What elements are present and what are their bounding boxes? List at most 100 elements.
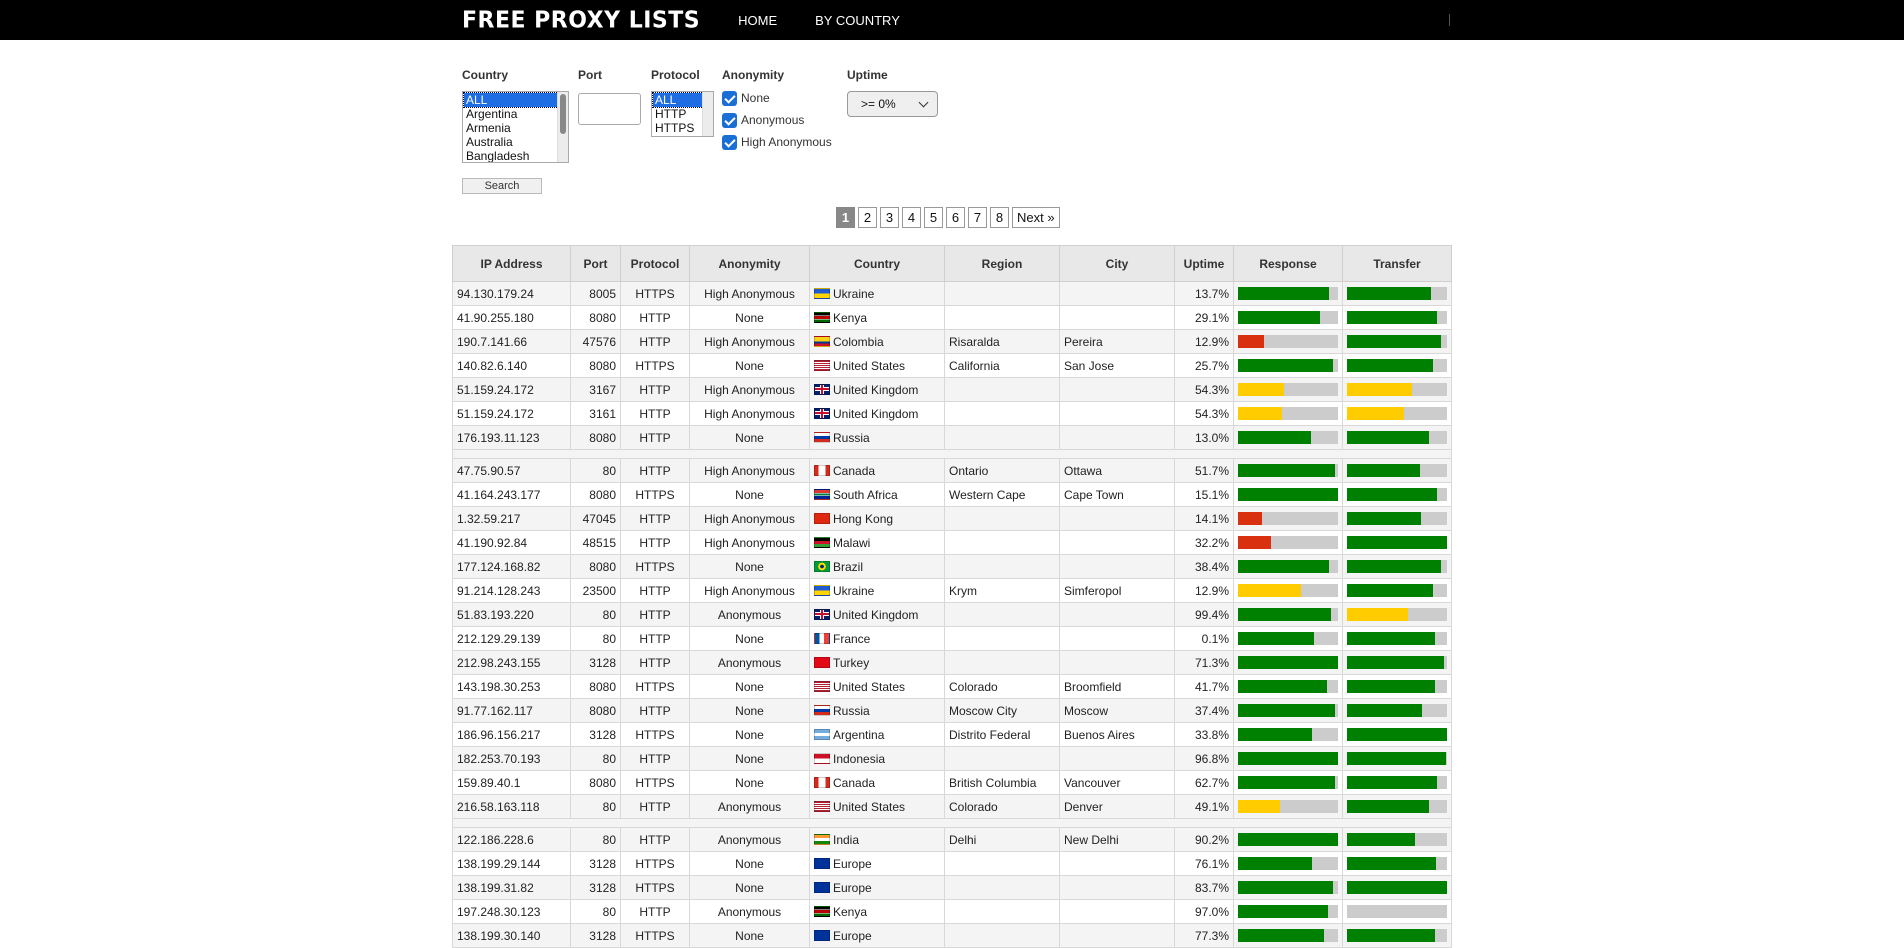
cell-ip[interactable]: 91.214.128.243 [452,578,571,603]
table-row[interactable]: 138.199.29.144 3128 HTTPS None Europe 76.1% [452,851,1452,876]
column-header[interactable]: Transfer [1342,245,1452,282]
checkbox-checked-icon[interactable] [722,134,737,150]
country-option[interactable]: Bangladesh [463,149,568,162]
country-option[interactable]: ALL [463,92,567,108]
anonymity-anonymous[interactable]: Anonymous [722,109,832,131]
cell-ip[interactable]: 41.90.255.180 [452,305,571,330]
country-scrollbar[interactable] [557,92,568,162]
column-header[interactable]: Uptime [1174,245,1234,282]
table-row[interactable]: 41.190.92.84 48515 HTTP High Anonymous Malaw… [452,530,1452,555]
column-header[interactable]: Response [1233,245,1343,282]
cell-ip[interactable]: 216.58.163.118 [452,794,571,819]
cell-ip[interactable]: 51.159.24.172 [452,377,571,402]
page-link[interactable]: 2 [858,207,877,228]
table-row[interactable]: 190.7.141.66 47576 HTTP High Anonymous Colom… [452,329,1452,354]
table-row[interactable]: 51.159.24.172 3167 HTTP High Anonymous Unite… [452,377,1452,402]
page-link[interactable]: 6 [946,207,965,228]
table-row[interactable]: 212.129.29.139 80 HTTP None France 0.1% [452,626,1452,651]
cell-ip[interactable]: 159.89.40.1 [452,770,571,795]
cell-ip[interactable]: 94.130.179.24 [452,281,571,306]
table-row[interactable]: 216.58.163.118 80 HTTP Anonymous United Stat… [452,794,1452,819]
cell-region [944,530,1060,555]
country-option[interactable]: Argentina [463,107,568,121]
column-header[interactable]: Country [809,245,945,282]
page-link[interactable]: 3 [880,207,899,228]
cell-ip[interactable]: 143.198.30.253 [452,674,571,699]
cell-response [1233,722,1343,747]
next-page-link[interactable]: Next » [1012,207,1060,228]
checkbox-checked-icon[interactable] [722,112,737,128]
table-row[interactable]: 91.214.128.243 23500 HTTP High Anonymous Ukr… [452,578,1452,603]
cell-ip[interactable]: 51.159.24.172 [452,401,571,426]
cell-ip[interactable]: 122.186.228.6 [452,827,571,852]
table-row[interactable]: 51.159.24.172 3161 HTTP High Anonymous Unite… [452,401,1452,426]
checkbox-checked-icon[interactable] [722,90,737,106]
cell-ip[interactable]: 140.82.6.140 [452,353,571,378]
cell-ip[interactable]: 177.124.168.82 [452,554,571,579]
site-logo[interactable]: FREE PROXY LISTS [462,7,700,33]
table-row[interactable]: 197.248.30.123 80 HTTP Anonymous Kenya 97.0% [452,899,1452,924]
table-row[interactable]: 47.75.90.57 80 HTTP High Anonymous Canada Ont… [452,458,1452,483]
port-input[interactable] [578,93,641,125]
cell-ip[interactable]: 212.129.29.139 [452,626,571,651]
cell-ip[interactable]: 138.199.31.82 [452,875,571,900]
cell-country: India [809,827,945,852]
protocol-scrollbar[interactable] [702,92,713,136]
anonymity-none[interactable]: None [722,87,832,109]
table-row[interactable]: 140.82.6.140 8080 HTTPS None United States Ca… [452,353,1452,378]
country-option[interactable]: Australia [463,135,568,149]
cell-ip[interactable]: 182.253.70.193 [452,746,571,771]
table-row[interactable]: 143.198.30.253 8080 HTTPS None United States… [452,674,1452,699]
table-row[interactable]: 212.98.243.155 3128 HTTP Anonymous Turkey 71.… [452,650,1452,675]
uptime-select[interactable]: >= 0% [847,91,938,117]
table-row[interactable]: 138.199.30.140 3128 HTTPS None Europe 77.3% [452,923,1452,948]
protocol-select[interactable]: ALL HTTP HTTPS [651,91,714,137]
column-header[interactable]: Port [570,245,621,282]
column-header[interactable]: IP Address [452,245,571,282]
column-header[interactable]: Region [944,245,1060,282]
cell-ip[interactable]: 138.199.30.140 [452,923,571,948]
nav-by-country[interactable]: BY COUNTRY [815,13,900,28]
cell-ip[interactable]: 186.96.156.217 [452,722,571,747]
cell-ip[interactable]: 190.7.141.66 [452,329,571,354]
column-header[interactable]: Anonymity [689,245,810,282]
table-row[interactable]: 186.96.156.217 3128 HTTPS None Argentina Dist… [452,722,1452,747]
cell-ip[interactable]: 51.83.193.220 [452,602,571,627]
column-header[interactable]: City [1059,245,1175,282]
cell-ip[interactable]: 197.248.30.123 [452,899,571,924]
table-row[interactable]: 51.83.193.220 80 HTTP Anonymous United Kingd… [452,602,1452,627]
nav-home[interactable]: HOME [738,13,777,28]
cell-region: Western Cape [944,482,1060,507]
table-row[interactable]: 41.164.243.177 8080 HTTPS None South Africa W… [452,482,1452,507]
page-link[interactable]: 4 [902,207,921,228]
anonymity-high[interactable]: High Anonymous [722,131,832,153]
cell-ip[interactable]: 176.193.11.123 [452,425,571,450]
page-link[interactable]: 8 [990,207,1009,228]
transfer-bar [1347,800,1447,813]
cell-ip[interactable]: 47.75.90.57 [452,458,571,483]
table-row[interactable]: 94.130.179.24 8005 HTTPS High Anonymous Ukra… [452,281,1452,306]
country-option[interactable]: Armenia [463,121,568,135]
table-row[interactable]: 176.193.11.123 8080 HTTP None Russia 13.0% [452,425,1452,450]
table-row[interactable]: 41.90.255.180 8080 HTTP None Kenya 29.1% [452,305,1452,330]
cell-ip[interactable]: 41.164.243.177 [452,482,571,507]
table-row[interactable]: 159.89.40.1 8080 HTTPS None Canada British Co… [452,770,1452,795]
table-row[interactable]: 1.32.59.217 47045 HTTP High Anonymous Hong K… [452,506,1452,531]
table-row[interactable]: 91.77.162.117 8080 HTTP None Russia Moscow Ci… [452,698,1452,723]
scrollbar-thumb[interactable] [560,94,566,134]
table-row[interactable]: 122.186.228.6 80 HTTP Anonymous India Delhi Ne… [452,827,1452,852]
cell-ip[interactable]: 1.32.59.217 [452,506,571,531]
cell-ip[interactable]: 138.199.29.144 [452,851,571,876]
page-link[interactable]: 1 [836,207,855,228]
table-row[interactable]: 138.199.31.82 3128 HTTPS None Europe 83.7% [452,875,1452,900]
table-row[interactable]: 177.124.168.82 8080 HTTPS None Brazil 38.4% [452,554,1452,579]
country-select[interactable]: ALL Argentina Armenia Australia Banglade… [462,91,569,163]
table-row[interactable]: 182.253.70.193 80 HTTP None Indonesia 96.8% [452,746,1452,771]
column-header[interactable]: Protocol [620,245,690,282]
search-button[interactable]: Search [462,178,542,194]
cell-ip[interactable]: 212.98.243.155 [452,650,571,675]
page-link[interactable]: 7 [968,207,987,228]
page-link[interactable]: 5 [924,207,943,228]
cell-ip[interactable]: 41.190.92.84 [452,530,571,555]
cell-ip[interactable]: 91.77.162.117 [452,698,571,723]
